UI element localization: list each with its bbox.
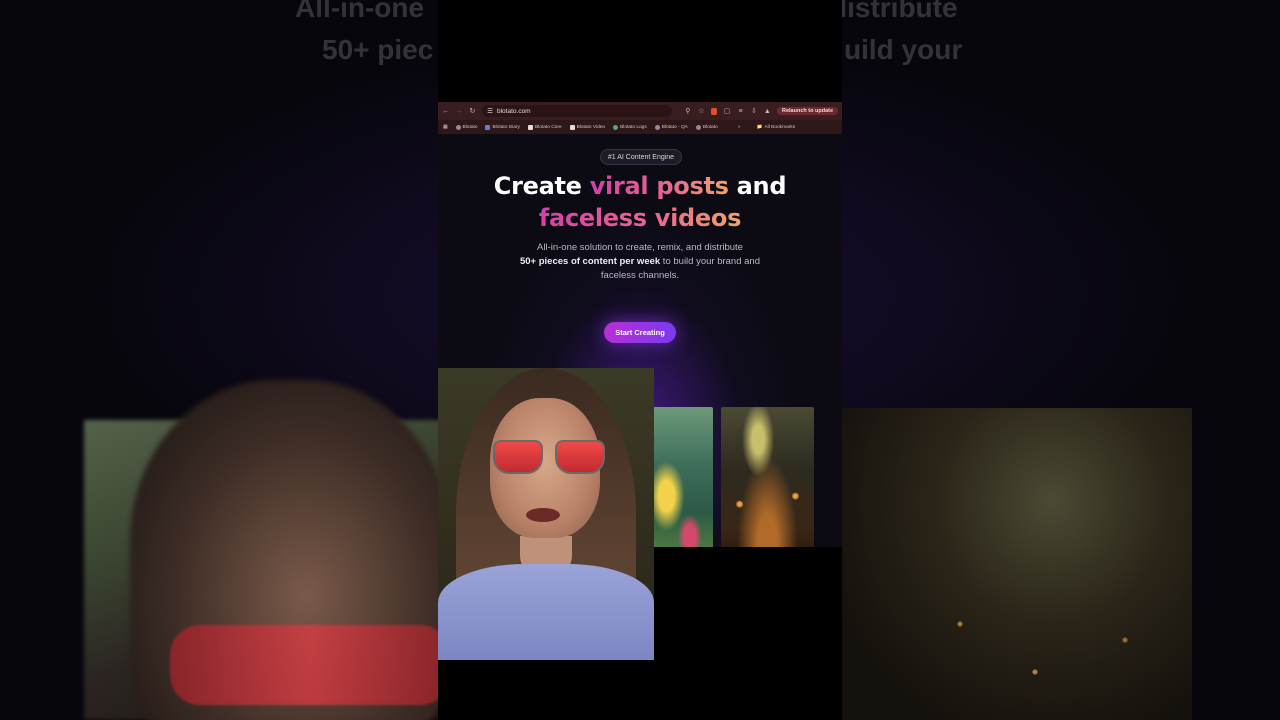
browser-toolbar: ← → ↻ ☰ blotato.com ⚲ ☆ ▢ ≡ ⇩ ▲ Relaunch… [438,102,842,120]
webcam-overlay [438,368,654,660]
address-bar[interactable]: ☰ blotato.com [482,105,673,117]
folder-icon: 📁 [756,124,763,130]
bookmark-item[interactable]: Blotato - QA [654,124,688,130]
star-icon[interactable]: ☆ [698,107,705,115]
start-creating-button[interactable]: Start Creating [604,322,676,343]
bookmark-item[interactable]: Blotato Logs [613,124,647,130]
hero-subtext: All-in-one solution to create, remix, an… [519,242,760,281]
bookmark-item[interactable]: Blotato Core [527,124,562,130]
apps-grid-icon[interactable]: ▦ [443,125,448,130]
red-sunglasses [493,440,605,478]
background-lights [900,560,1200,720]
site-info-icon[interactable]: ☰ [487,107,493,115]
reload-icon[interactable]: ↻ [469,107,476,115]
background-text: 50+ piec [322,34,434,65]
bookmark-item[interactable]: Blotato Diary [485,124,520,130]
gallery-image[interactable] [721,407,814,547]
video-frame: ← → ↻ ☰ blotato.com ⚲ ☆ ▢ ≡ ⇩ ▲ Relaunch… [438,0,842,720]
extension-icon[interactable]: ▲ [764,107,771,115]
hero-headline: Create viral posts and faceless videos [493,172,787,232]
background-glasses [170,625,450,705]
all-bookmarks[interactable]: 📁 All Bookmarks [757,125,796,130]
extension-icon[interactable] [710,107,718,115]
presenter-mouth [526,508,560,522]
bookmark-item[interactable]: Blotato Video [569,124,605,130]
background-text: All-in-one [295,0,425,23]
extension-icon[interactable]: ▢ [723,107,731,115]
zoom-icon[interactable]: ⚲ [684,107,691,115]
bookmarks-bar: ▦ Blotato Blotato Diary Blotato Core Blo… [438,120,842,134]
forward-arrow-icon[interactable]: → [455,107,463,115]
presenter-shirt [438,564,654,660]
relaunch-button[interactable]: Relaunch to update [776,107,839,115]
more-bookmarks-icon[interactable]: » [738,125,741,130]
background-text: uild your [844,34,963,65]
back-arrow-icon[interactable]: ← [442,107,449,115]
extension-icon[interactable]: ≡ [737,107,744,115]
background-text: distribute [830,0,958,23]
url-text: blotato.com [497,107,531,115]
download-icon[interactable]: ⇩ [750,107,757,115]
bookmark-item[interactable]: Blotato [455,124,477,130]
engine-badge: #1 AI Content Engine [600,149,682,165]
bookmark-item[interactable]: Blotato [695,124,718,130]
